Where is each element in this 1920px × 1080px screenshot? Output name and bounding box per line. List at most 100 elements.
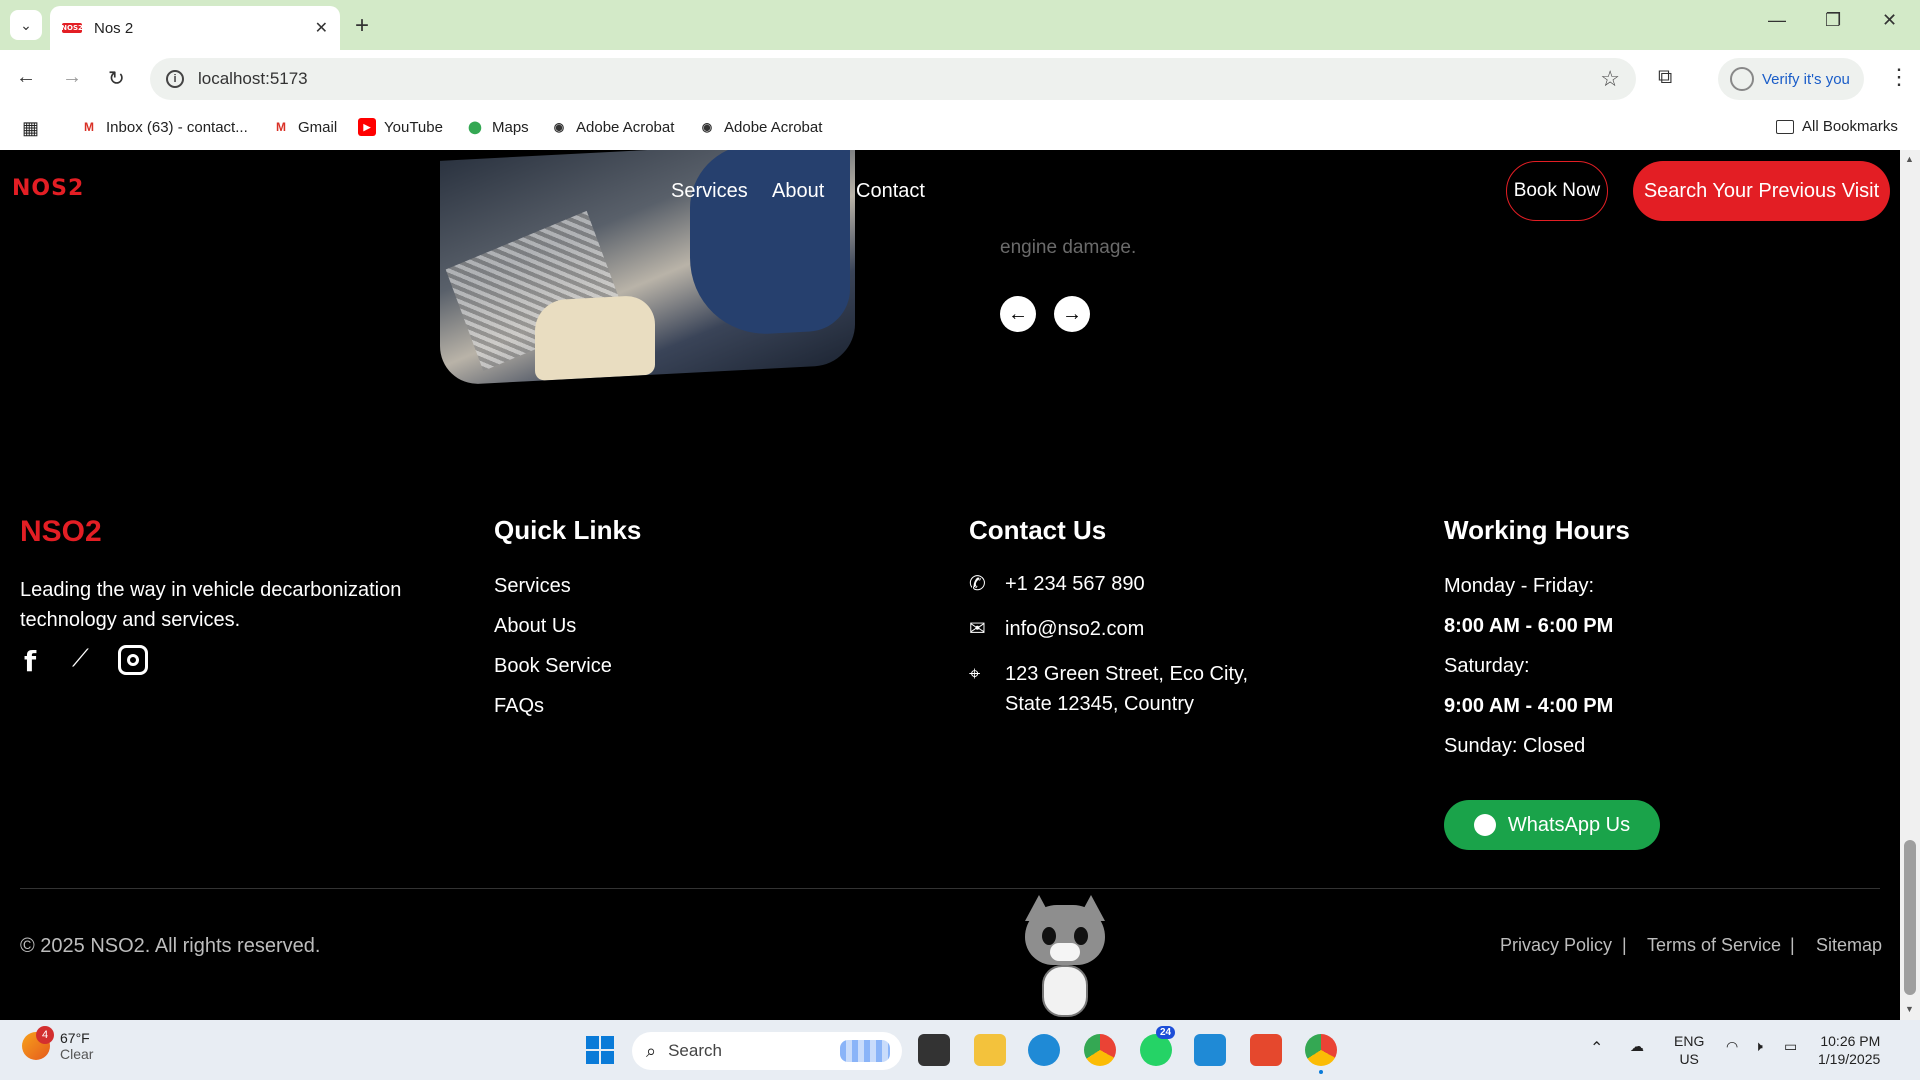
hours-heading: Working Hours (1444, 515, 1630, 545)
footer-brand-column: NSO2 Leading the way in vehicle decarbon… (20, 515, 401, 678)
battery-icon[interactable]: ▭ (1784, 1038, 1797, 1055)
weather-badge: 4 (36, 1026, 54, 1044)
taskbar-search[interactable]: ⌕ Search (632, 1032, 902, 1070)
nav-services[interactable]: Services (671, 180, 748, 203)
mail-icon: ✉ (969, 618, 986, 640)
whatsapp-taskbar-icon[interactable]: 24 (1140, 1026, 1176, 1066)
site-info-icon[interactable]: i (166, 70, 184, 88)
folder-icon (1776, 119, 1794, 134)
wifi-icon[interactable]: ◠ (1726, 1038, 1738, 1055)
contact-address-row: ⌖ 123 Green Street, Eco City, State 1234… (969, 659, 1248, 719)
privacy-policy-link[interactable]: Privacy Policy (1500, 935, 1612, 956)
file-explorer-icon[interactable] (974, 1034, 1006, 1066)
whatsapp-button[interactable]: WhatsApp Us (1444, 800, 1660, 850)
volume-icon[interactable]: 🕨 (1754, 1038, 1763, 1055)
nav-contact[interactable]: Contact (856, 180, 925, 203)
browser-tab[interactable]: NOS2 Nos 2 ✕ (50, 6, 340, 50)
sitemap-link[interactable]: Sitemap (1816, 935, 1882, 956)
gmail-icon: M (84, 120, 94, 134)
restore-icon[interactable]: ❐ (1825, 10, 1841, 31)
search-highlight-icon (840, 1040, 890, 1062)
location-pin-icon: ⌖ (969, 663, 981, 685)
onedrive-icon[interactable]: ☁ (1630, 1038, 1644, 1055)
phone-icon: ✆ (969, 573, 986, 595)
all-bookmarks[interactable]: All Bookmarks (1776, 118, 1898, 135)
tab-list-button[interactable]: ⌄ (10, 10, 42, 40)
book-now-button[interactable]: Book Now (1506, 161, 1608, 221)
verify-profile-chip[interactable]: Verify it's you (1718, 58, 1864, 100)
browser-menu-icon[interactable]: ⋮ (1888, 64, 1910, 90)
carousel-next-button[interactable]: → (1054, 296, 1090, 332)
edge-icon[interactable] (1028, 1034, 1060, 1066)
address-line-2: State 12345, Country (1005, 693, 1195, 715)
reload-icon[interactable]: ↻ (108, 66, 125, 91)
globe-icon: ◉ (553, 120, 565, 134)
close-tab-icon[interactable]: ✕ (315, 18, 328, 38)
extensions-icon[interactable]: ⧉ (1658, 66, 1672, 89)
task-view-icon[interactable] (918, 1034, 950, 1066)
bookmark-star-icon[interactable]: ☆ (1600, 66, 1620, 92)
gmail-icon: M (276, 120, 286, 134)
address-bar[interactable]: i localhost:5173 ☆ (150, 58, 1636, 100)
contact-heading: Contact Us (969, 515, 1107, 545)
footer-link-services[interactable]: Services (494, 575, 571, 598)
cat-mascot[interactable] (1020, 895, 1110, 1020)
scroll-up-icon[interactable]: ▲ (1905, 154, 1914, 164)
page-viewport: engine damage. ← → NOS2 Services About C… (0, 150, 1900, 1020)
nav-about[interactable]: About (772, 180, 824, 203)
profile-avatar (1730, 67, 1754, 91)
bookmark-adobe-acrobat-1[interactable]: ◉ Adobe Acrobat (550, 118, 675, 136)
terms-of-service-link[interactable]: Terms of Service (1647, 935, 1781, 956)
hours-saturday-label: Saturday: (1444, 655, 1530, 677)
hours-weekday-time: 8:00 AM - 6:00 PM (1444, 615, 1614, 637)
chrome-icon[interactable] (1084, 1034, 1116, 1066)
clock-date: 1/19/2025 (1818, 1051, 1881, 1067)
url-text[interactable]: localhost:5173 (198, 69, 308, 89)
footer-tagline: Leading the way in vehicle decarbonizati… (20, 579, 402, 631)
page-scrollbar[interactable]: ▲ ▼ (1900, 150, 1920, 1020)
carousel-prev-button[interactable]: ← (1000, 296, 1036, 332)
contact-phone-row[interactable]: ✆ +1 234 567 890 (969, 569, 1145, 599)
bookmark-gmail[interactable]: M Gmail (272, 118, 337, 136)
bookmark-youtube[interactable]: ▶ YouTube (358, 118, 443, 136)
apps-grid-icon[interactable]: ▦ (22, 118, 39, 139)
tray-chevron-icon[interactable]: ⌃ (1590, 1038, 1603, 1058)
scroll-down-icon[interactable]: ▼ (1905, 1004, 1914, 1014)
chrome-active-icon[interactable] (1305, 1034, 1337, 1066)
instagram-icon[interactable] (118, 645, 148, 675)
address-line-1: 123 Green Street, Eco City, (1005, 663, 1249, 685)
contact-email-row[interactable]: ✉ info@nso2.com (969, 614, 1144, 644)
search-previous-visit-button[interactable]: Search Your Previous Visit (1633, 161, 1890, 221)
scrollbar-thumb[interactable] (1904, 840, 1916, 995)
clock[interactable]: 10:26 PM 1/19/2025 (1818, 1032, 1880, 1068)
forward-icon[interactable]: → (62, 66, 82, 89)
cat-body (1042, 965, 1088, 1017)
footer-link-about[interactable]: About Us (494, 615, 576, 638)
language-indicator[interactable]: ENG US (1674, 1032, 1704, 1068)
browser-tab-bar: ⌄ NOS2 Nos 2 ✕ + — ❐ ✕ (0, 0, 1920, 50)
footer-link-book-service[interactable]: Book Service (494, 655, 612, 678)
new-tab-button[interactable]: + (355, 12, 369, 40)
footer-divider (20, 888, 1880, 889)
bookmark-adobe-acrobat-2[interactable]: ◉ Adobe Acrobat (698, 118, 823, 136)
bookmarks-bar: ▦ M Inbox (63) - contact... M Gmail ▶ Yo… (0, 108, 1920, 150)
wps-office-icon[interactable] (1250, 1034, 1282, 1066)
minimize-icon[interactable]: — (1768, 10, 1786, 31)
footer-link-faqs[interactable]: FAQs (494, 695, 544, 718)
maps-icon: ⬤ (468, 120, 482, 134)
facebook-icon[interactable]: f (24, 645, 36, 678)
windows-start-icon[interactable] (584, 1034, 616, 1066)
footer-contact: Contact Us ✆ +1 234 567 890 ✉ info@nso2.… (969, 515, 1248, 715)
vscode-icon[interactable] (1194, 1034, 1226, 1066)
bookmark-inbox[interactable]: M Inbox (63) - contact... (80, 118, 248, 136)
search-icon: ⌕ (646, 1040, 657, 1061)
cat-eye (1042, 927, 1056, 945)
twitter-icon[interactable]: ⟋ (72, 645, 89, 673)
bookmark-maps[interactable]: ⬤ Maps (466, 118, 528, 136)
site-logo[interactable]: NOS2 (12, 176, 90, 201)
youtube-icon: ▶ (358, 118, 376, 136)
weather-widget[interactable]: 4 67°F Clear (22, 1026, 93, 1062)
window-close-icon[interactable]: ✕ (1882, 10, 1897, 31)
hours-sunday: Sunday: Closed (1444, 735, 1586, 757)
back-icon[interactable]: ← (16, 66, 36, 89)
